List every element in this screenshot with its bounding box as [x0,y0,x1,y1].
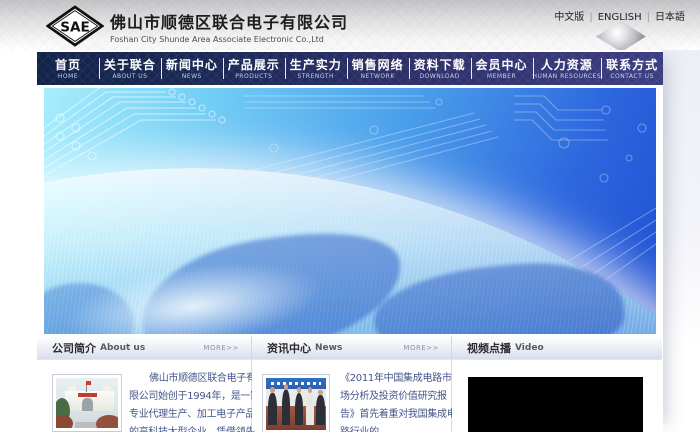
section-title-en: Video [515,343,544,353]
nav-item-news[interactable]: 新闻中心 NEWS [161,52,223,85]
content-area: 首页 HOME 关于联合 ABOUT US 新闻中心 NEWS 产品展示 PRO… [37,50,663,432]
hero-banner-image [44,88,656,334]
main-nav: 首页 HOME 关于联合 ABOUT US 新闻中心 NEWS 产品展示 PRO… [37,52,663,85]
company-intro-text: 佛山市顺德区联合电子有限公司始创于1994年，是一家专业代理生产、加工电子产品的… [129,370,261,432]
section-about-header: 公司简介 About us MORE>> [37,336,251,360]
company-photo[interactable] [52,374,122,432]
company-name-zh: 佛山市顺德区联合电子有限公司 [110,9,348,33]
sae-logo-icon: SAE [46,5,104,47]
nav-item-member[interactable]: 会员中心 MEMBER [471,52,533,85]
page-background-tint [663,50,700,350]
section-title-en: News [315,343,342,353]
nav-item-home[interactable]: 首页 HOME [37,52,99,85]
lang-chinese-link[interactable]: 中文版 [549,12,589,23]
news-item-text[interactable]: 《2011年中国集成电路市场分析及投资价值研究报告》首先着重对我国集成电路行业的… [340,370,458,432]
logo-text: SAE [60,19,90,35]
news-more-link[interactable]: MORE>> [403,344,439,352]
section-title-en: About us [100,343,145,353]
nav-item-strength[interactable]: 生产实力 STRENGTH [285,52,347,85]
nav-item-hr[interactable]: 人力资源 HUMAN RESOURCES [533,52,602,85]
section-title-zh: 资讯中心 [267,340,311,356]
nav-item-about[interactable]: 关于联合 ABOUT US [99,52,161,85]
metal-diamond-icon [596,21,646,52]
nav-item-network[interactable]: 销售网络 NETWORK [347,52,409,85]
site-header: SAE 佛山市顺德区联合电子有限公司 Foshan City Shunde Ar… [0,0,700,50]
nav-item-download[interactable]: 资料下载 DOWNLOAD [409,52,471,85]
section-news: 资讯中心 News MORE>> 《2011年中国集成电路市场分析及投资价值研究… [252,336,452,432]
company-name-en: Foshan City Shunde Area Associate Electr… [110,35,348,44]
about-more-link[interactable]: MORE>> [203,344,239,352]
brand: SAE 佛山市顺德区联合电子有限公司 Foshan City Shunde Ar… [46,5,348,47]
bottom-sections: 公司简介 About us MORE>> 佛山市顺德区联合电子有限公司始创于19… [37,336,663,432]
language-bar: 中文版|ENGLISH|日本語 [549,8,690,23]
video-player[interactable] [468,377,643,432]
section-video-header: 视频点播 Video [452,336,662,360]
nav-item-contact[interactable]: 联系方式 CONTACT US [601,52,663,85]
news-photo[interactable] [262,374,330,432]
section-title-zh: 公司简介 [52,340,96,356]
nav-item-products[interactable]: 产品展示 PRODUCTS [223,52,285,85]
section-about: 公司简介 About us MORE>> 佛山市顺德区联合电子有限公司始创于19… [37,336,252,432]
banner-tint-overlay [44,88,656,334]
lang-english-link[interactable]: ENGLISH [593,12,647,23]
section-news-header: 资讯中心 News MORE>> [252,336,451,360]
lang-japanese-link[interactable]: 日本語 [650,12,690,23]
section-video: 视频点播 Video [452,336,662,432]
section-title-zh: 视频点播 [467,340,511,356]
